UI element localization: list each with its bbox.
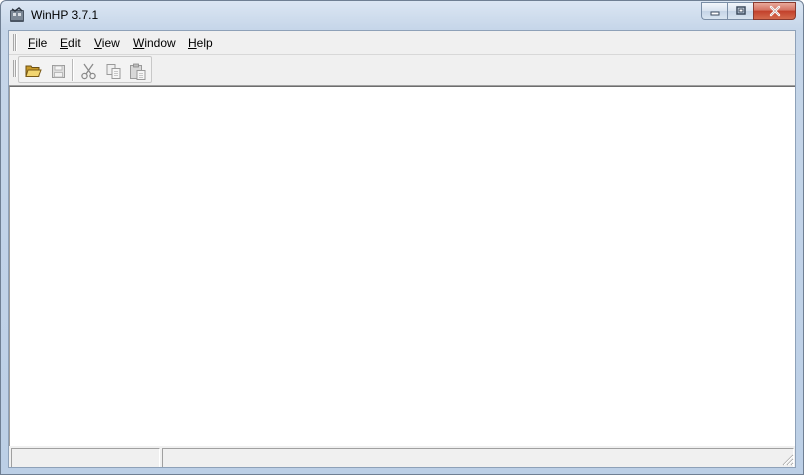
menu-window[interactable]: Window	[133, 36, 176, 50]
mdi-workspace[interactable]	[9, 86, 795, 446]
status-bar	[9, 446, 795, 467]
caption-buttons	[701, 2, 796, 20]
cut-button[interactable]	[79, 62, 97, 80]
menubar-grip[interactable]	[13, 34, 17, 51]
close-button[interactable]	[753, 2, 796, 20]
resize-grip-icon[interactable]	[781, 453, 794, 466]
copy-icon	[106, 63, 120, 79]
status-pane-1	[11, 448, 160, 467]
toolbar-grip[interactable]	[13, 60, 17, 77]
restore-icon	[735, 6, 746, 15]
menu-edit[interactable]: Edit	[60, 36, 81, 50]
menu-help[interactable]: Help	[188, 36, 213, 50]
toolbar-separator	[72, 59, 74, 81]
status-pane-2	[162, 448, 794, 467]
save-button[interactable]	[49, 62, 67, 80]
app-window: WinHP 3.7.1 File Edit View Window Help	[0, 0, 804, 475]
open-button[interactable]	[24, 62, 42, 80]
close-icon	[769, 5, 780, 17]
menu-view[interactable]: View	[94, 36, 120, 50]
menu-bar: File Edit View Window Help	[9, 31, 795, 55]
cut-icon	[80, 63, 96, 79]
menu-file[interactable]: File	[28, 36, 47, 50]
open-folder-icon	[24, 65, 42, 77]
toolbar	[9, 55, 795, 86]
title-bar[interactable]: WinHP 3.7.1	[1, 1, 803, 29]
copy-button[interactable]	[104, 62, 122, 80]
minimize-icon	[710, 11, 719, 16]
paste-icon	[130, 63, 146, 80]
restore-button[interactable]	[727, 2, 753, 20]
save-icon	[51, 64, 65, 78]
client-area: File Edit View Window Help	[8, 30, 796, 468]
minimize-button[interactable]	[701, 2, 727, 20]
paste-button[interactable]	[129, 62, 147, 80]
app-icon[interactable]	[9, 7, 25, 23]
window-title: WinHP 3.7.1	[31, 8, 99, 22]
